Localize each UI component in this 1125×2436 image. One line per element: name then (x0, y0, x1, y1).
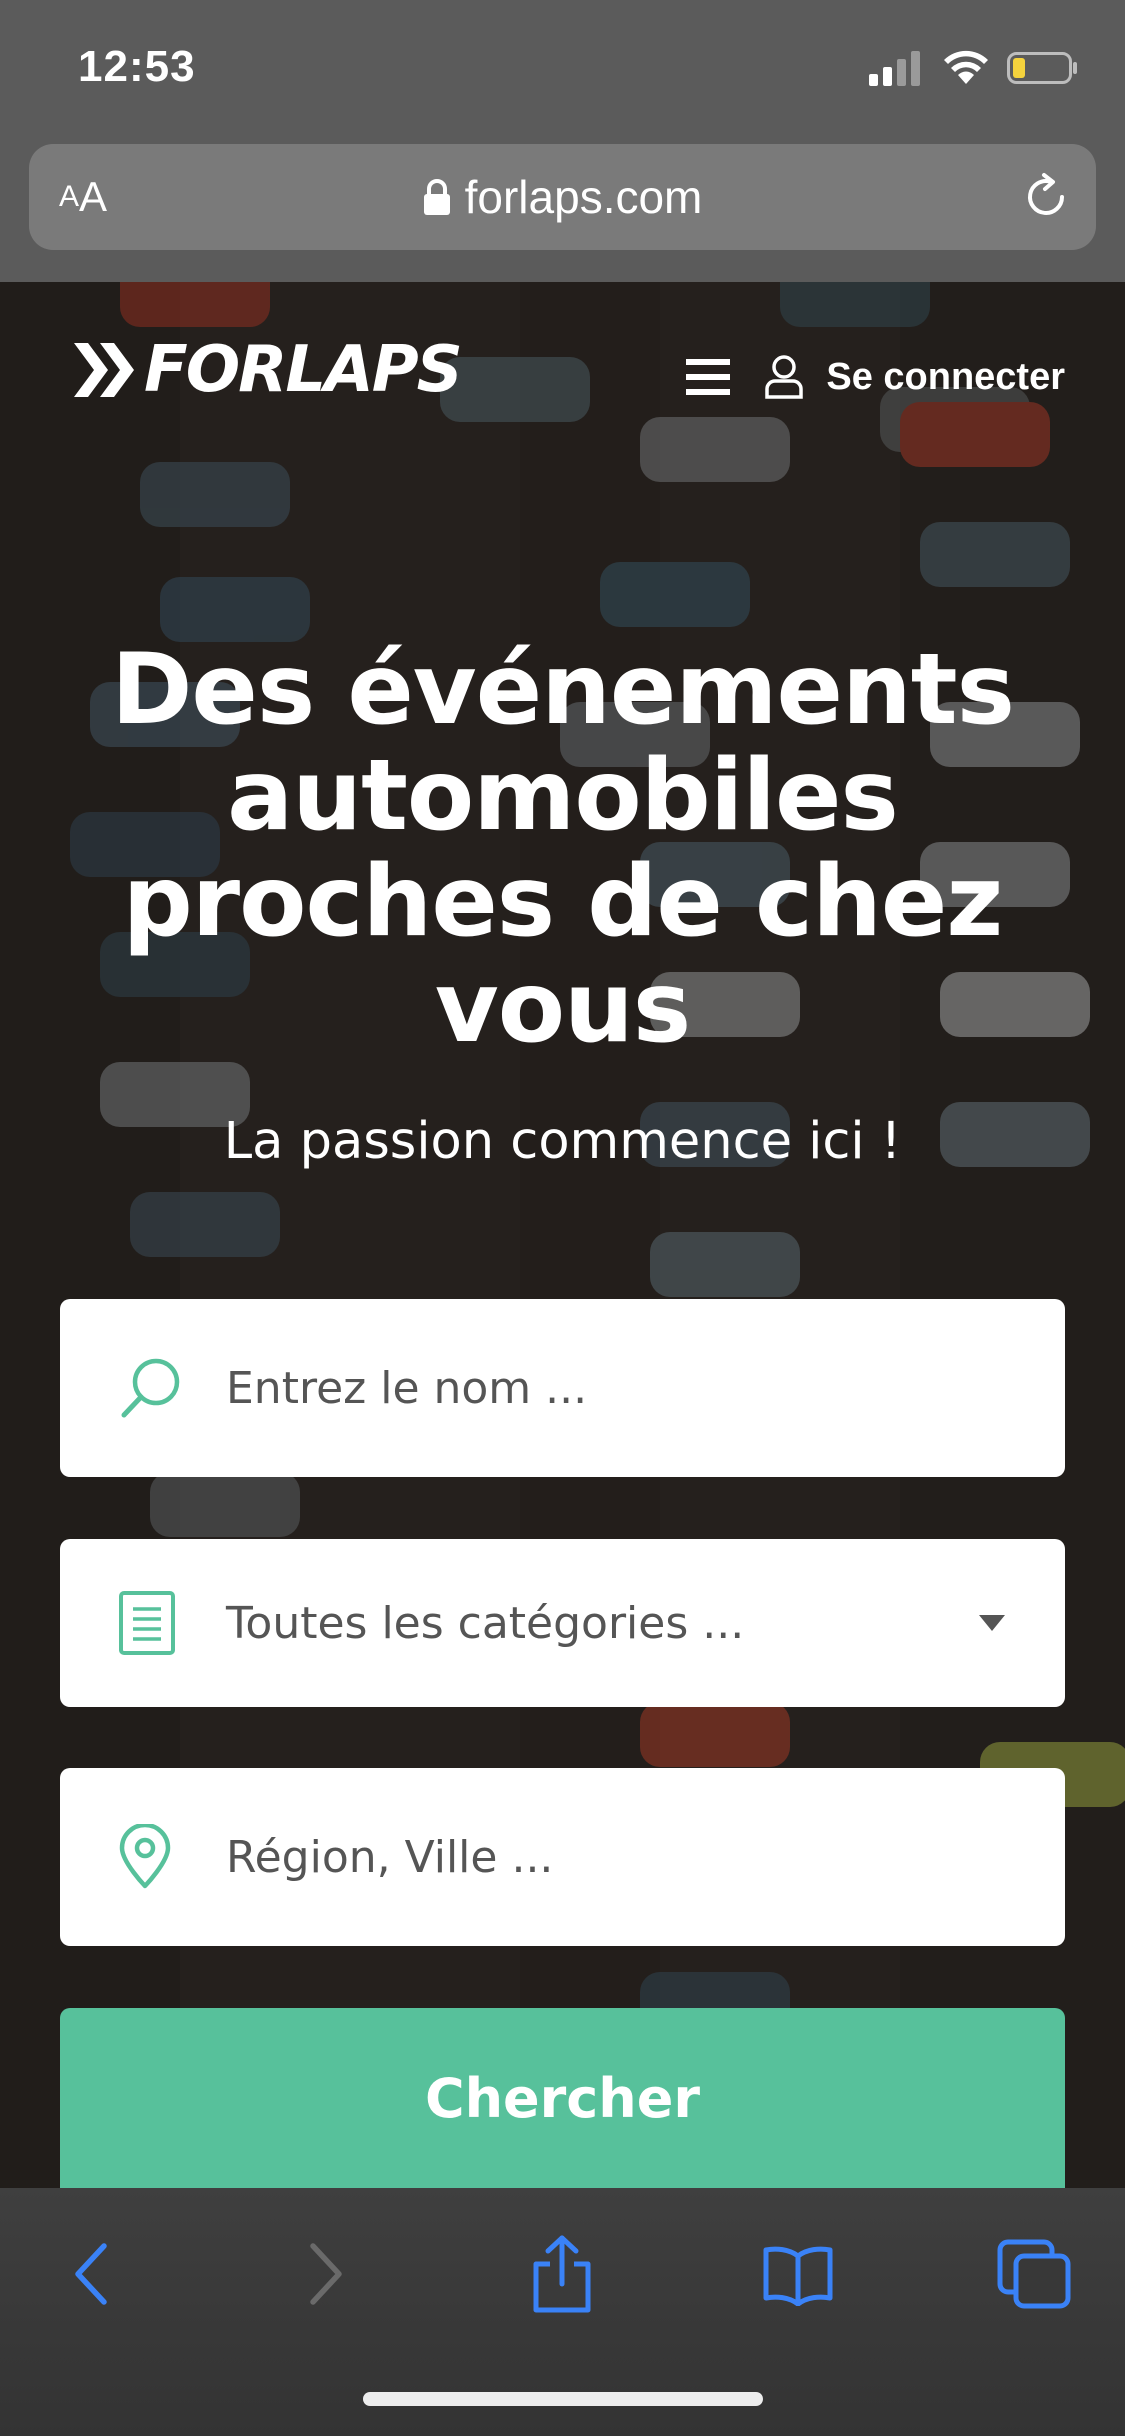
search-name-input[interactable]: Entrez le nom ... (60, 1299, 1065, 1477)
share-icon (533, 2235, 591, 2313)
bookmarks-icon (763, 2246, 833, 2306)
status-icons (869, 46, 1079, 90)
logo-chevrons-icon (74, 343, 134, 397)
user-icon[interactable] (764, 355, 804, 399)
search-icon (121, 1358, 180, 1418)
url-text: forlaps.com (464, 171, 703, 223)
dropdown-caret-icon (979, 1615, 1005, 1631)
forlaps-logo[interactable]: FORLAPS (72, 333, 463, 407)
url-display[interactable]: forlaps.com (29, 144, 1096, 250)
back-icon (75, 2243, 107, 2305)
location-input[interactable]: Région, Ville ... (60, 1768, 1065, 1946)
phone-screen: 12:53 A A forlaps.com FORLAPS Se connect… (0, 0, 1125, 2436)
battery-icon (1007, 52, 1077, 84)
location-placeholder: Région, Ville ... (226, 1831, 554, 1883)
category-select[interactable]: Toutes les catégories ... (60, 1539, 1065, 1707)
header-nav: Se connecter (686, 344, 1065, 410)
signal-icon (869, 51, 920, 86)
category-placeholder: Toutes les catégories ... (226, 1597, 745, 1649)
search-name-placeholder: Entrez le nom ... (226, 1362, 588, 1414)
logo-text: FORLAPS (144, 333, 463, 407)
bookmarks-button[interactable] (758, 2234, 838, 2314)
forward-icon (310, 2243, 342, 2305)
browser-top-chrome: 12:53 A A forlaps.com (0, 0, 1125, 282)
share-button[interactable] (522, 2234, 602, 2314)
tabs-button[interactable] (994, 2234, 1074, 2314)
back-button[interactable] (52, 2234, 132, 2314)
wifi-icon (944, 50, 988, 84)
hero-subtitle: La passion commence ici ! (223, 1112, 902, 1171)
hero-section: FORLAPS Se connecter Des événements auto… (0, 282, 1125, 2188)
home-indicator[interactable] (363, 2392, 763, 2406)
status-time: 12:53 (78, 42, 196, 91)
menu-icon[interactable] (686, 357, 731, 397)
login-link[interactable]: Se connecter (826, 356, 1065, 399)
address-bar[interactable]: A A forlaps.com (29, 144, 1096, 250)
location-pin-icon (119, 1824, 171, 1889)
hero-headline: Des événements automobiles proches de ch… (111, 633, 1015, 1065)
document-icon (119, 1591, 175, 1655)
search-submit-button[interactable]: Chercher (60, 2008, 1065, 2188)
lock-icon (423, 179, 450, 215)
tabs-icon (997, 2239, 1071, 2309)
reload-icon[interactable] (1020, 171, 1072, 223)
forward-button[interactable] (285, 2234, 365, 2314)
